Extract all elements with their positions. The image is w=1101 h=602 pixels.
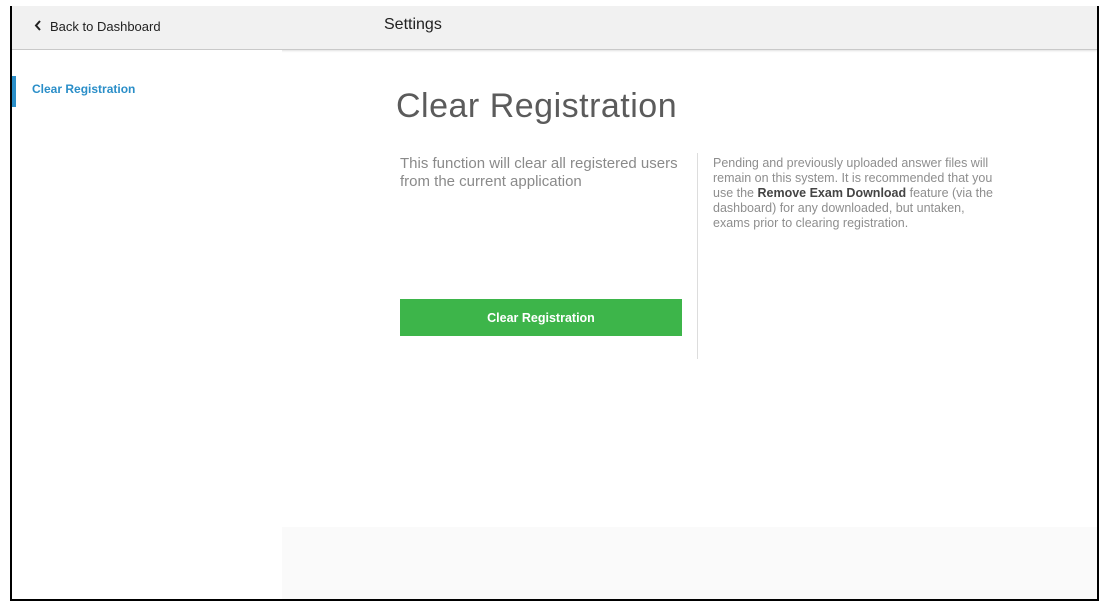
note-bold-text: Remove Exam Download [757,186,907,200]
chevron-left-icon [34,19,50,34]
sidebar-item-label: Clear Registration [32,82,136,96]
page-header-title: Settings [384,16,442,33]
function-description: This function will clear all registered … [400,155,678,190]
back-label: Back to Dashboard [50,19,161,34]
main-content: Clear Registration This function will cl… [282,50,1097,599]
info-note: Pending and previously uploaded answer f… [713,156,1003,231]
sidebar-item-clear-registration[interactable]: Clear Registration [12,76,282,107]
clear-registration-button[interactable]: Clear Registration [400,299,682,336]
back-to-dashboard-link[interactable]: Back to Dashboard [34,19,161,34]
page-title: Clear Registration [396,87,678,125]
top-bar: Back to Dashboard Settings [12,6,1097,50]
active-indicator [12,76,16,107]
app-window: Back to Dashboard Settings Clear Registr… [10,6,1099,601]
bottom-panel [282,527,1097,599]
vertical-divider [697,153,698,359]
sidebar: Clear Registration [12,50,282,599]
